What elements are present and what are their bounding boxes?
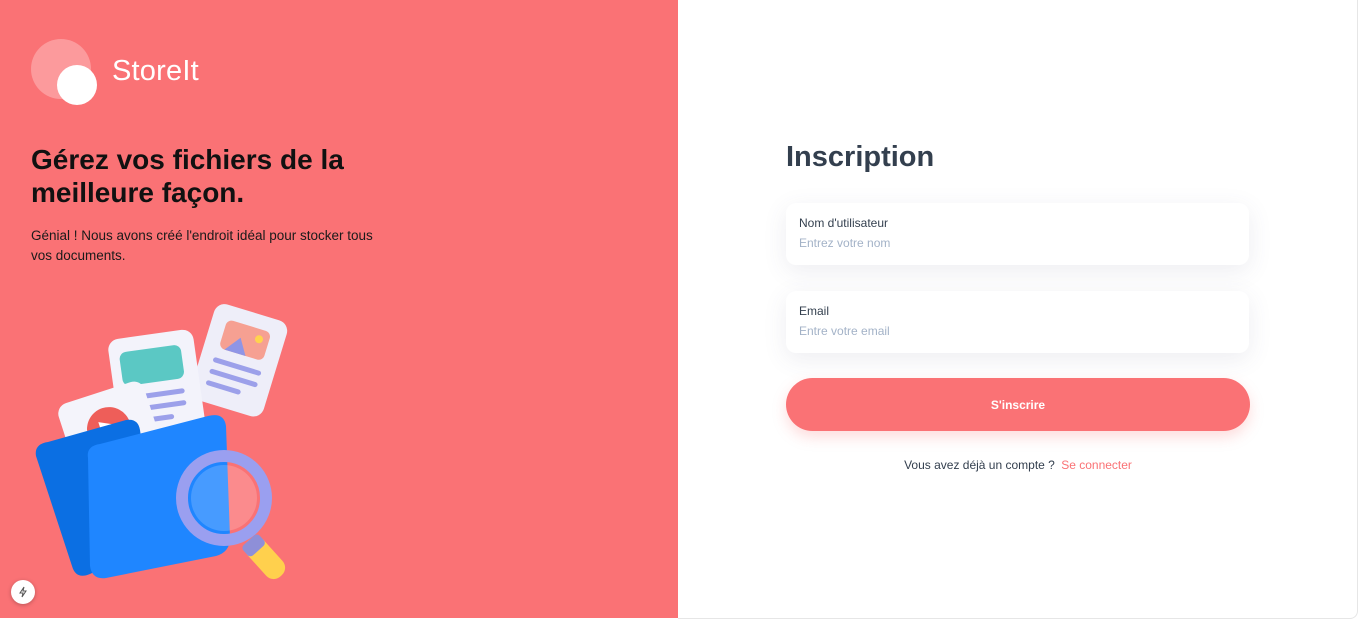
brand-name: StoreIt bbox=[112, 55, 199, 87]
login-prompt: Vous avez déjà un compte ? Se connecter bbox=[786, 458, 1250, 472]
email-label: Email bbox=[799, 304, 830, 318]
logo-circle-front bbox=[57, 65, 97, 105]
email-input[interactable] bbox=[799, 324, 1229, 338]
username-input[interactable] bbox=[799, 236, 1229, 250]
signup-button[interactable]: S'inscrire bbox=[786, 378, 1250, 431]
email-field[interactable]: Email bbox=[786, 291, 1249, 353]
hero-panel: StoreIt Gérez vos fichiers de la meilleu… bbox=[0, 0, 678, 618]
username-field[interactable]: Nom d'utilisateur bbox=[786, 203, 1249, 265]
hero-subtitle: Génial ! Nous avons créé l'endroit idéal… bbox=[31, 228, 373, 263]
hero-headline: Gérez vos fichiers de la meilleure façon… bbox=[31, 144, 344, 208]
login-link[interactable]: Se connecter bbox=[1061, 458, 1132, 472]
lightning-icon[interactable] bbox=[11, 580, 35, 604]
folder-files-illustration bbox=[35, 304, 288, 580]
login-prompt-text: Vous avez déjà un compte ? bbox=[904, 458, 1055, 472]
storeit-logo[interactable]: StoreIt bbox=[31, 38, 231, 108]
form-title: Inscription bbox=[786, 141, 935, 173]
magnifier-handle bbox=[244, 536, 286, 580]
image-document bbox=[190, 304, 288, 417]
username-label: Nom d'utilisateur bbox=[799, 216, 888, 230]
